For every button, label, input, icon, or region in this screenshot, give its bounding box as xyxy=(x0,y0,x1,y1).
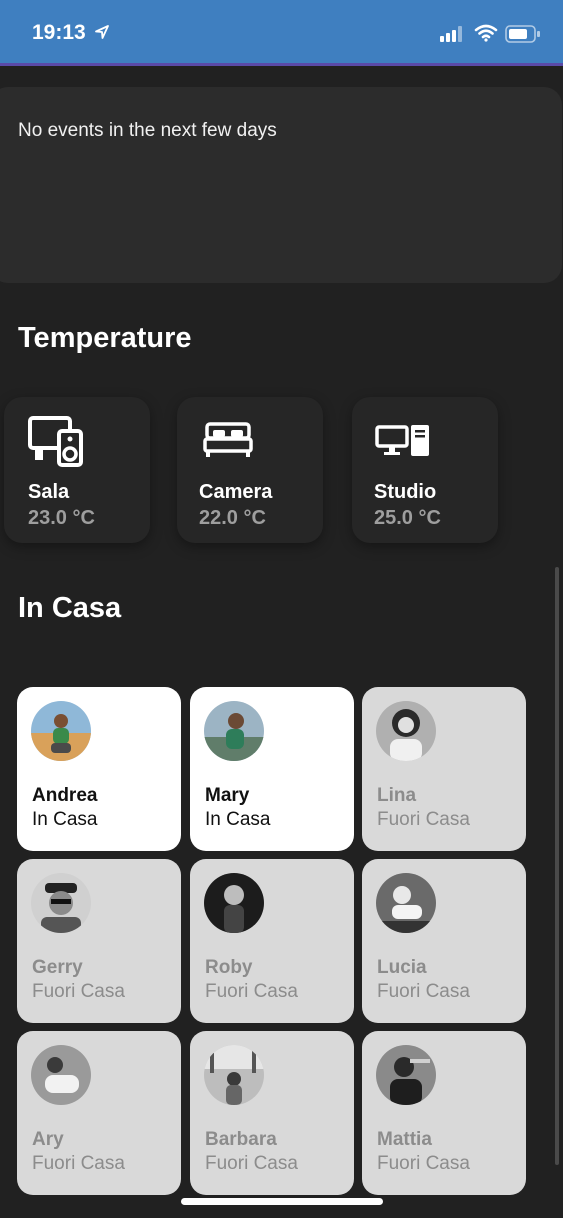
room-card-camera[interactable]: Camera 22.0 °C xyxy=(177,397,323,543)
room-temperature: 23.0 °C xyxy=(28,507,95,529)
person-card-barbara[interactable]: Barbara Fuori Casa xyxy=(190,1031,354,1195)
person-name: Lucia xyxy=(377,957,427,978)
person-card-roby[interactable]: Roby Fuori Casa xyxy=(190,859,354,1023)
room-card-studio[interactable]: Studio 25.0 °C xyxy=(352,397,498,543)
status-time: 19:13 xyxy=(32,21,86,44)
avatar xyxy=(376,1045,436,1105)
person-name: Lina xyxy=(377,785,417,806)
temperature-section-title: Temperature xyxy=(18,322,192,354)
person-card-mary[interactable]: Mary In Casa xyxy=(190,687,354,851)
room-name: Studio xyxy=(374,481,437,503)
battery-icon xyxy=(505,25,541,48)
events-card: No events in the next few days xyxy=(0,87,562,283)
person-status: Fuori Casa xyxy=(377,1153,470,1174)
tv-speaker-icon xyxy=(27,415,85,472)
avatar xyxy=(376,873,436,933)
avatar xyxy=(204,1045,264,1105)
avatar xyxy=(31,701,91,761)
person-status: Fuori Casa xyxy=(377,809,470,830)
person-status: In Casa xyxy=(32,809,98,830)
scrollbar[interactable] xyxy=(555,567,559,1165)
person-name: Mary xyxy=(205,785,250,806)
person-status: Fuori Casa xyxy=(32,981,125,1002)
person-card-ary[interactable]: Ary Fuori Casa xyxy=(17,1031,181,1195)
person-card-mattia[interactable]: Mattia Fuori Casa xyxy=(362,1031,526,1195)
avatar xyxy=(204,701,264,761)
person-status: Fuori Casa xyxy=(32,1153,125,1174)
avatar xyxy=(204,873,264,933)
avatar xyxy=(376,701,436,761)
person-card-andrea[interactable]: Andrea In Casa xyxy=(17,687,181,851)
avatar xyxy=(31,873,91,933)
person-name: Andrea xyxy=(32,785,98,806)
person-status: In Casa xyxy=(205,809,271,830)
header-accent-line xyxy=(0,63,563,66)
person-status: Fuori Casa xyxy=(377,981,470,1002)
room-card-sala[interactable]: Sala 23.0 °C xyxy=(4,397,150,543)
person-name: Mattia xyxy=(377,1129,432,1150)
person-card-lina[interactable]: Lina Fuori Casa xyxy=(362,687,526,851)
in-casa-section-title: In Casa xyxy=(18,592,122,624)
bed-icon xyxy=(203,421,253,464)
person-name: Roby xyxy=(205,957,253,978)
room-name: Camera xyxy=(199,481,273,503)
person-card-lucia[interactable]: Lucia Fuori Casa xyxy=(362,859,526,1023)
room-temperature: 22.0 °C xyxy=(199,507,266,529)
no-events-text: No events in the next few days xyxy=(18,120,277,141)
person-name: Gerry xyxy=(32,957,83,978)
person-status: Fuori Casa xyxy=(205,981,298,1002)
room-temperature: 25.0 °C xyxy=(374,507,441,529)
person-status: Fuori Casa xyxy=(205,1153,298,1174)
home-indicator[interactable] xyxy=(181,1198,383,1205)
person-name: Ary xyxy=(32,1129,64,1150)
wifi-icon xyxy=(474,24,498,47)
avatar xyxy=(31,1045,91,1105)
desktop-computer-icon xyxy=(375,424,431,463)
person-name: Barbara xyxy=(205,1129,277,1150)
room-name: Sala xyxy=(28,481,70,503)
location-arrow-icon xyxy=(94,24,110,45)
cellular-signal-icon xyxy=(440,26,466,47)
status-bar: 19:13 xyxy=(0,0,563,66)
person-card-gerry[interactable]: Gerry Fuori Casa xyxy=(17,859,181,1023)
